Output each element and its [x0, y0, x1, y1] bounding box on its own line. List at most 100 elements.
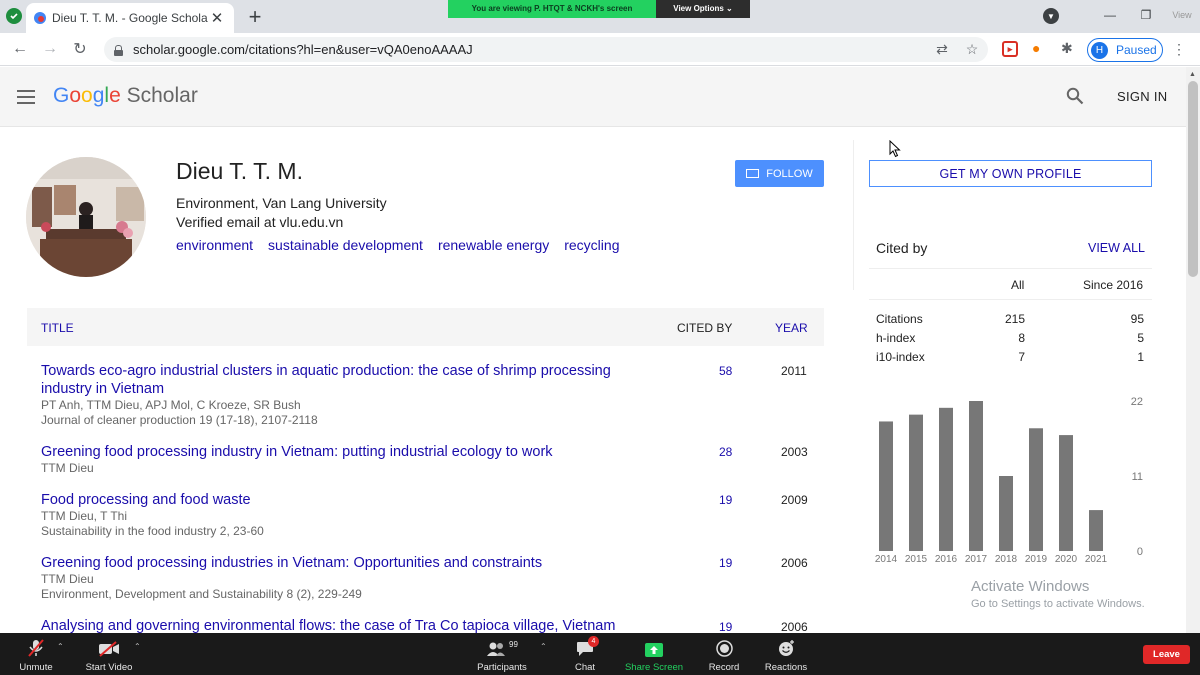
publications-table-header: TITLE CITED BY YEAR — [27, 308, 824, 346]
participants-button[interactable]: 99 Participants — [474, 637, 530, 673]
muted-microphone-icon — [14, 637, 58, 657]
get-my-own-profile-button[interactable]: GET MY OWN PROFILE — [869, 160, 1152, 187]
paper-year: 2003 — [781, 445, 808, 459]
paper-title-link[interactable]: Greening food processing industries in V… — [41, 554, 641, 572]
record-label: Record — [708, 662, 740, 673]
view-all-link[interactable]: VIEW ALL — [1088, 241, 1145, 255]
profile-avatar: H — [1091, 41, 1108, 59]
share-screen-button[interactable]: Share Screen — [624, 637, 684, 673]
restore-icon[interactable]: ❐ — [1128, 0, 1164, 30]
reactions-label: Reactions — [764, 662, 808, 673]
chart-bar-2017[interactable] — [969, 401, 983, 551]
chart-bar-2016[interactable] — [939, 407, 953, 551]
record-button[interactable]: Record — [704, 637, 744, 673]
record-icon — [704, 637, 744, 657]
minimize-icon[interactable]: — — [1092, 0, 1128, 30]
citation-stats-table: All Since 2016 Citations 215 95 h-index … — [869, 268, 1152, 366]
profile-photo — [26, 157, 146, 277]
cited-by-header[interactable]: CITED BY — [677, 321, 732, 335]
video-off-icon — [82, 637, 136, 657]
leave-meeting-button[interactable]: Leave — [1143, 645, 1190, 664]
extensions-puzzle-icon[interactable]: ✱ — [1061, 40, 1073, 57]
column-divider — [853, 140, 854, 290]
chart-x-tick-label: 2016 — [935, 554, 958, 565]
start-video-button[interactable]: Start Video — [82, 637, 136, 673]
red-extension-icon[interactable]: ▸ — [1002, 41, 1018, 57]
paper-title-link[interactable]: Food processing and food waste — [41, 491, 641, 509]
paper-title-link[interactable]: Towards eco-agro industrial clusters in … — [41, 362, 641, 398]
smiley-reaction-icon — [762, 637, 810, 657]
interest-link[interactable]: environment — [176, 237, 253, 253]
year-sort-header[interactable]: YEAR — [775, 321, 808, 335]
share-screen-label: Share Screen — [624, 662, 684, 673]
new-tab-button[interactable]: + — [244, 4, 266, 30]
address-bar[interactable]: scholar.google.com/citations?hl=en&user=… — [104, 37, 988, 62]
table-row: Greening food processing industry in Vie… — [41, 443, 821, 476]
video-options-caret-icon[interactable]: ⌃ — [134, 642, 141, 651]
stats-label: Citations — [876, 312, 923, 326]
sign-in-link[interactable]: SIGN IN — [1117, 89, 1168, 104]
chart-x-tick-label: 2017 — [965, 554, 988, 565]
citation-count-link[interactable]: 19 — [719, 620, 732, 633]
page-scrollbar[interactable]: ▲ — [1186, 67, 1200, 633]
profile-paused-button[interactable]: H Paused — [1087, 38, 1163, 62]
reactions-button[interactable]: Reactions — [762, 637, 810, 673]
interest-link[interactable]: sustainable development — [268, 237, 423, 253]
fire-extension-icon[interactable]: ● — [1032, 40, 1040, 56]
citation-count-link[interactable]: 28 — [719, 445, 732, 459]
table-row: Towards eco-agro industrial clusters in … — [41, 362, 821, 428]
chart-bar-2021[interactable] — [1089, 510, 1103, 551]
browser-tab[interactable]: Dieu T. T. M. - Google Scholar ✕ — [26, 3, 234, 33]
follow-button[interactable]: FOLLOW — [735, 160, 824, 187]
stats-label: i10-index — [876, 350, 925, 364]
stats-row: Citations 215 95 — [869, 309, 1152, 328]
interest-link[interactable]: renewable energy — [438, 237, 549, 253]
citation-count-link[interactable]: 19 — [719, 493, 732, 507]
scrollbar-thumb[interactable] — [1188, 81, 1198, 277]
interest-link[interactable]: recycling — [564, 237, 619, 253]
stats-since-value: 95 — [1130, 312, 1144, 326]
chart-bar-2018[interactable] — [999, 476, 1013, 551]
scroll-up-icon[interactable]: ▲ — [1189, 71, 1196, 78]
profile-email: Verified email at vlu.edu.vn — [176, 214, 344, 230]
chart-x-tick-label: 2014 — [875, 554, 898, 565]
scholar-favicon-icon — [34, 12, 46, 24]
close-window-icon[interactable]: View — [1164, 0, 1200, 30]
view-options-button[interactable]: View Options ⌄ — [656, 0, 750, 18]
chart-y-tick-label: 22 — [1131, 396, 1143, 408]
stats-since-value: 1 — [1137, 350, 1144, 364]
citation-count-link[interactable]: 19 — [719, 556, 732, 570]
stats-all-value: 7 — [1018, 350, 1025, 364]
menu-icon[interactable] — [17, 90, 35, 104]
chart-bar-2014[interactable] — [879, 421, 893, 551]
reload-icon[interactable]: ↻ — [69, 38, 91, 60]
paper-title-link[interactable]: Greening food processing industry in Vie… — [41, 443, 641, 461]
back-icon[interactable]: ← — [9, 38, 31, 60]
stats-row: i10-index 7 1 — [869, 347, 1152, 366]
unmute-button[interactable]: Unmute — [14, 637, 58, 673]
window-controls: — ❐ View — [1092, 0, 1200, 30]
chart-bar-2019[interactable] — [1029, 428, 1043, 551]
tab-close-icon[interactable]: ✕ — [208, 9, 226, 27]
chrome-menu-icon[interactable]: ⋮ — [1172, 41, 1186, 58]
participants-caret-icon[interactable]: ⌃ — [540, 642, 547, 651]
audio-options-caret-icon[interactable]: ⌃ — [57, 642, 64, 651]
forward-icon[interactable]: → — [39, 38, 61, 60]
bookmark-star-icon[interactable]: ☆ — [964, 41, 980, 57]
search-icon[interactable] — [1066, 87, 1084, 105]
paper-title-link[interactable]: Analysing and governing environmental fl… — [41, 617, 681, 633]
shield-extension-icon[interactable] — [6, 8, 22, 24]
citation-count-link[interactable]: 58 — [719, 364, 732, 378]
title-sort-header[interactable]: TITLE — [41, 321, 74, 335]
paper-authors: TTM Dieu, T Thi — [41, 509, 128, 523]
chart-bar-2015[interactable] — [909, 414, 923, 551]
paper-authors: TTM Dieu — [41, 461, 94, 475]
url-text: scholar.google.com/citations?hl=en&user=… — [133, 42, 473, 57]
google-scholar-logo[interactable]: Google Scholar — [53, 84, 198, 108]
activate-windows-title: Activate Windows — [971, 578, 1090, 595]
zoom-meeting-toolbar: Unmute ⌃ Start Video ⌃ 99 Participants ⌃… — [0, 633, 1200, 675]
translate-icon[interactable]: ⇄ — [934, 41, 950, 57]
chart-bar-2020[interactable] — [1059, 435, 1073, 551]
chrome-profile-icon[interactable]: ▼ — [1043, 8, 1059, 24]
stats-col-since: Since 2016 — [1083, 278, 1144, 292]
